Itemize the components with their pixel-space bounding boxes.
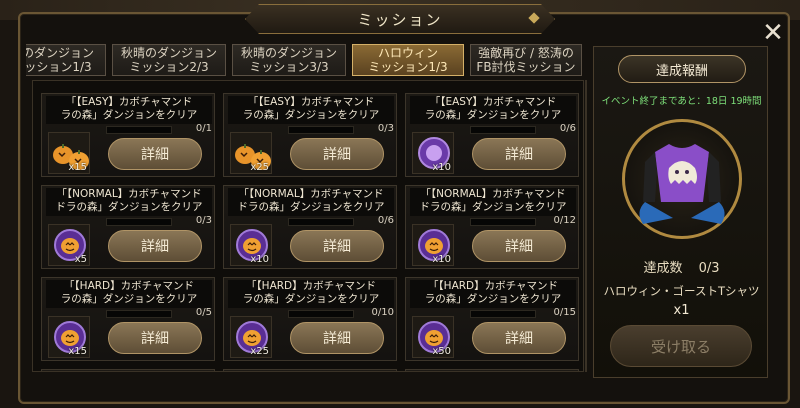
progress-count: 0/6	[559, 123, 576, 134]
mission-card: 「【NORMAL】カボチャマンド ドラの森」ダンジョンをクリア 0/6 x10 …	[223, 185, 397, 269]
reward-item-slot[interactable]: x25	[230, 132, 272, 174]
mission-tabs: のダンジョン ッション1/3 秋晴のダンジョン ミッション2/3 秋晴のダンジョ…	[26, 44, 586, 76]
mission-title: 「【EASY】カボチャマンド ラの森」ダンジョンをクリア	[46, 96, 212, 124]
mission-title: 「【EASY】カボチャマンド ラの森」ダンジョンをクリア	[228, 96, 394, 124]
mission-title: 「【HARD】カボチャマンド ラの森」ダンジョンをクリア	[410, 280, 576, 308]
mission-card	[41, 369, 215, 371]
reward-item-slot[interactable]: x25	[230, 316, 272, 358]
progress-bar	[470, 126, 536, 134]
scroll-track[interactable]	[585, 80, 587, 372]
detail-button[interactable]: 詳細	[108, 322, 202, 354]
reward-item-quantity: x1	[673, 303, 690, 318]
mission-card: 「【NORMAL】カボチャマンド ドラの森」ダンジョンをクリア 0/12 x10…	[405, 185, 579, 269]
progress-count: 0/5	[195, 307, 212, 318]
mission-card	[405, 369, 579, 371]
achievement-count-value: 0/3	[698, 261, 720, 276]
reward-item-slot[interactable]: x15	[48, 316, 90, 358]
item-quantity: x50	[432, 346, 451, 357]
detail-button[interactable]: 詳細	[290, 322, 384, 354]
progress-count: 0/1	[195, 123, 212, 134]
item-quantity: x15	[68, 162, 87, 173]
mission-title: 「【HARD】カボチャマンド ラの森」ダンジョンをクリア	[46, 280, 212, 308]
item-quantity: x25	[250, 346, 269, 357]
progress-count: 0/3	[195, 215, 212, 226]
progress-bar	[288, 126, 354, 134]
tab-autumn-dungeon-mission-3[interactable]: 秋晴のダンジョン ミッション3/3	[232, 44, 346, 76]
mission-card: 「【HARD】カボチャマンド ラの森」ダンジョンをクリア 0/5 x15 詳細	[41, 277, 215, 361]
reward-item-slot[interactable]: x50	[412, 316, 454, 358]
achievement-count-label: 達成数	[643, 261, 683, 276]
mission-card: 「【HARD】カボチャマンド ラの森」ダンジョンをクリア 0/15 x50 詳細	[405, 277, 579, 361]
reward-panel: 達成報酬 イベント終了まであと：18日 19時間 達成数 0/3 ハロウィン・ゴ…	[593, 46, 768, 378]
reward-item-slot[interactable]: x10	[412, 224, 454, 266]
tab-halloween-mission-1[interactable]: ハロウィン ミッション1/3	[352, 44, 464, 76]
tab-strong-enemy-fb-mission[interactable]: 強敵再び / 怒涛の FB討伐ミッション	[470, 44, 582, 76]
item-quantity: x10	[432, 254, 451, 265]
progress-count: 0/12	[553, 215, 576, 226]
close-icon[interactable]: ✕	[760, 20, 786, 46]
item-quantity: x5	[74, 254, 87, 265]
mission-title: 「【NORMAL】カボチャマンド ドラの森」ダンジョンをクリア	[228, 188, 394, 216]
progress-bar	[288, 218, 354, 226]
mission-title: 「【EASY】カボチャマンド ラの森」ダンジョンをクリア	[410, 96, 576, 124]
mission-card: 「【EASY】カボチャマンド ラの森」ダンジョンをクリア 0/6 x10 詳細	[405, 93, 579, 177]
progress-bar	[288, 310, 354, 318]
mission-title: 「【NORMAL】カボチャマンド ドラの森」ダンジョンをクリア	[410, 188, 576, 216]
detail-button[interactable]: 詳細	[472, 138, 566, 170]
reward-item-slot[interactable]: x10	[230, 224, 272, 266]
mission-card: 「【EASY】カボチャマンド ラの森」ダンジョンをクリア 0/3 x25 詳細	[223, 93, 397, 177]
progress-bar	[106, 218, 172, 226]
reward-item-slot[interactable]: x5	[48, 224, 90, 266]
detail-button[interactable]: 詳細	[290, 230, 384, 262]
event-countdown: イベント終了まであと：18日 19時間	[601, 96, 762, 107]
item-quantity: x25	[250, 162, 269, 173]
claim-button[interactable]: 受け取る	[610, 325, 752, 367]
progress-count: 0/15	[553, 307, 576, 318]
mission-grid: 「【EASY】カボチャマンド ラの森」ダンジョンをクリア 0/1 x15 詳細 …	[32, 80, 584, 372]
window-title: ミッション	[245, 4, 555, 34]
item-quantity: x10	[432, 162, 451, 173]
mission-card: 「【EASY】カボチャマンド ラの森」ダンジョンをクリア 0/1 x15 詳細	[41, 93, 215, 177]
progress-bar	[470, 218, 536, 226]
reward-item-frame[interactable]	[622, 119, 742, 239]
mission-title: 「【HARD】カボチャマンド ラの森」ダンジョンをクリア	[228, 280, 394, 308]
item-quantity: x10	[250, 254, 269, 265]
detail-button[interactable]: 詳細	[108, 138, 202, 170]
detail-button[interactable]: 詳細	[290, 138, 384, 170]
mission-card	[223, 369, 397, 371]
mission-title: 「【NORMAL】カボチャマンド ドラの森」ダンジョンをクリア	[46, 188, 212, 216]
tab-autumn-dungeon-mission-2[interactable]: 秋晴のダンジョン ミッション2/3	[112, 44, 226, 76]
progress-bar	[470, 310, 536, 318]
halloween-ghost-tshirt-icon	[639, 144, 725, 224]
progress-count: 0/10	[371, 307, 394, 318]
reward-item-slot[interactable]: x15	[48, 132, 90, 174]
reward-item-name: ハロウィン・ゴーストTシャツ	[603, 284, 760, 298]
detail-button[interactable]: 詳細	[472, 230, 566, 262]
tab-dungeon-mission-1[interactable]: のダンジョン ッション1/3	[26, 44, 106, 76]
detail-button[interactable]: 詳細	[108, 230, 202, 262]
mission-card: 「【NORMAL】カボチャマンド ドラの森」ダンジョンをクリア 0/3 x5 詳…	[41, 185, 215, 269]
detail-button[interactable]: 詳細	[472, 322, 566, 354]
reward-header: 達成報酬	[618, 55, 746, 83]
progress-count: 0/6	[377, 215, 394, 226]
progress-bar	[106, 126, 172, 134]
progress-count: 0/3	[377, 123, 394, 134]
progress-bar	[106, 310, 172, 318]
item-quantity: x15	[68, 346, 87, 357]
achievement-count: 達成数 0/3	[594, 257, 769, 276]
reward-item-slot[interactable]: x10	[412, 132, 454, 174]
mission-card: 「【HARD】カボチャマンド ラの森」ダンジョンをクリア 0/10 x25 詳細	[223, 277, 397, 361]
